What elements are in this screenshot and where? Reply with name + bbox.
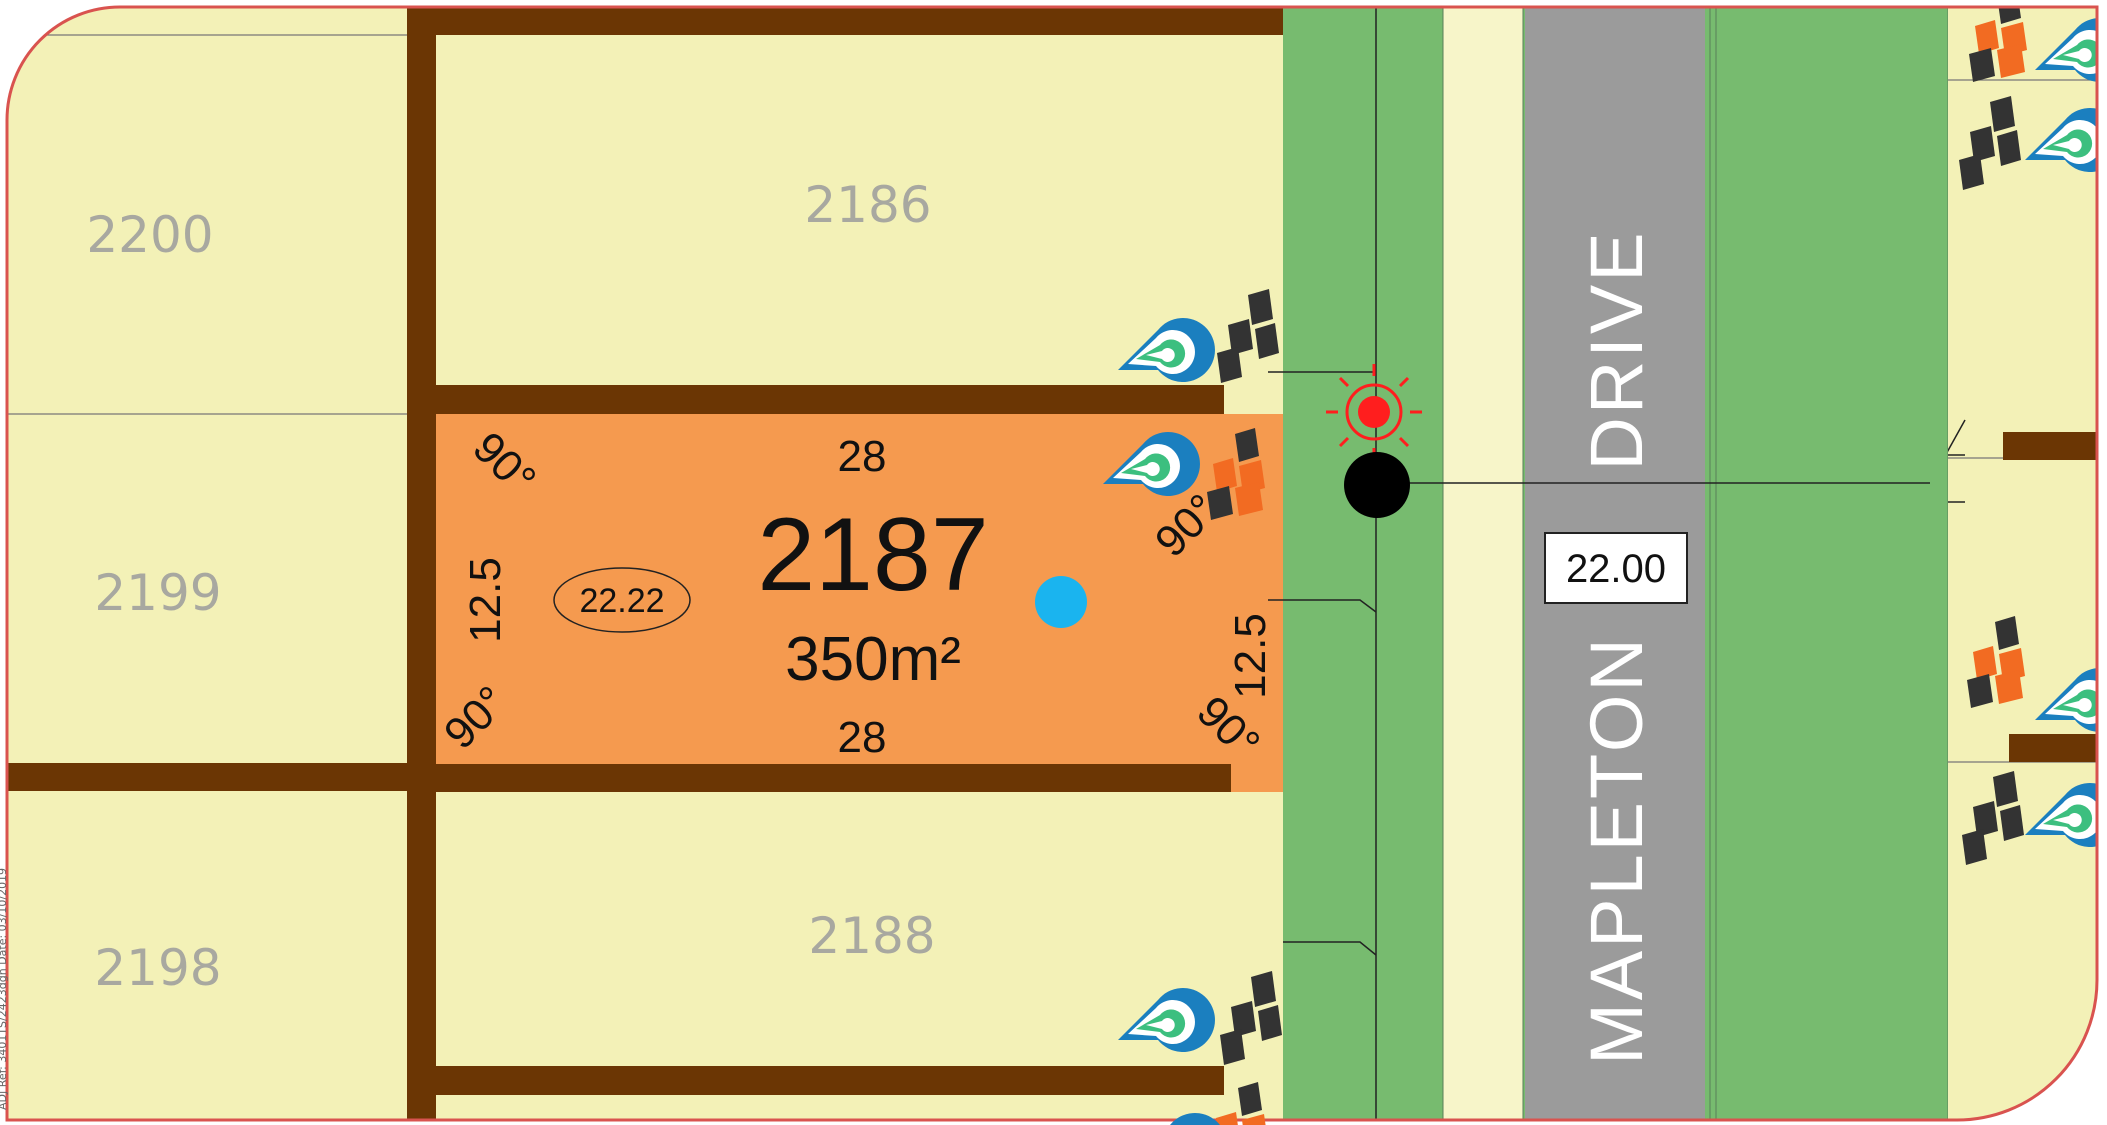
verge-west (1283, 7, 1443, 1120)
road-width-label: 22.00 (1566, 547, 1666, 591)
lot-2186-label[interactable]: 2186 (804, 176, 931, 234)
frontage-bottom: 28 (838, 713, 887, 762)
black-dot-marker-icon[interactable] (1344, 452, 1410, 518)
lot-2198-label[interactable]: 2198 (94, 939, 221, 997)
circled-value: 22.22 (579, 582, 664, 620)
street-name-part1: MAPLETON (1575, 635, 1658, 1065)
frontage-top: 28 (838, 432, 887, 481)
selected-lot-area: 350m² (785, 625, 961, 694)
lot-2200-label[interactable]: 2200 (86, 206, 213, 264)
verge-east (1705, 7, 1948, 1120)
street-name-part2: DRIVE (1575, 229, 1658, 470)
selected-lot-number: 2187 (757, 497, 988, 613)
blue-dot-marker-icon[interactable] (1035, 576, 1087, 628)
margin-reference-text: ADJ Ref: 3401TS/2423dgn Date: 03/10/2019 (0, 868, 9, 1110)
depth-left: 12.5 (461, 557, 510, 643)
depth-right: 12.5 (1226, 613, 1275, 699)
east-lots (1948, 7, 2097, 1120)
footpath (1443, 7, 1523, 1120)
lot-plan-map: 2200 2186 2199 2188 2198 2187 350m² 28 2… (0, 5, 2099, 1125)
lot-2188-label[interactable]: 2188 (808, 907, 935, 965)
lot-2199-label[interactable]: 2199 (94, 564, 221, 622)
